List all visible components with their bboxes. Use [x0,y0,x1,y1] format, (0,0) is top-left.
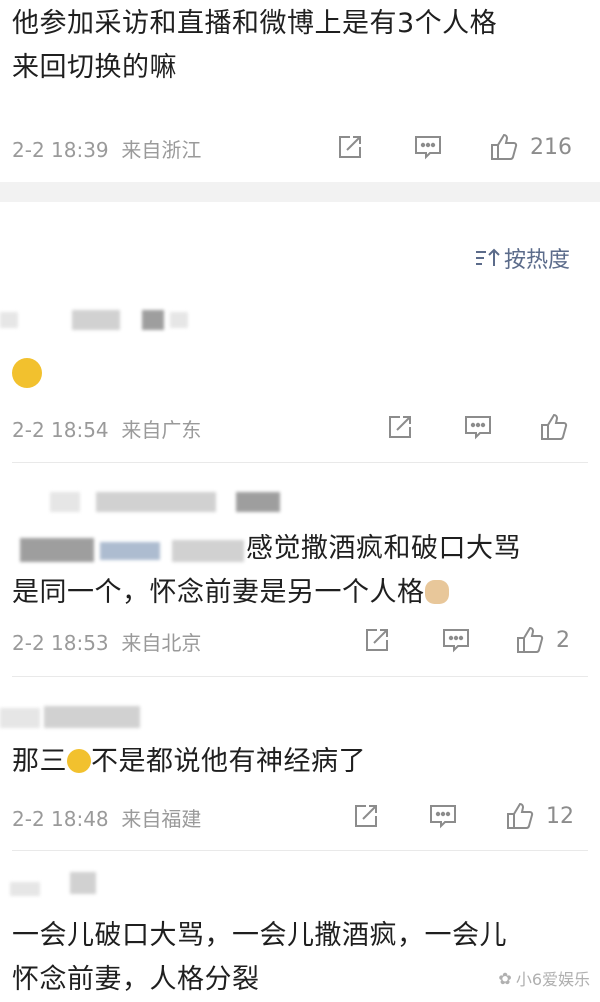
like-button[interactable]: 216 [488,131,572,163]
timestamp: 2-2 18:53 [12,630,109,655]
thumbs-up-icon [507,802,534,829]
like-button[interactable]: 2 [514,624,570,656]
cat-emoji-icon [424,580,449,604]
comment-icon[interactable] [463,413,493,441]
sort-by-hot-button[interactable]: 按热度 [474,242,570,274]
username-redacted [96,492,216,512]
comment-2-meta: 2-2 18:54 来自广东 [12,413,578,443]
comment-3-text-line1: 感觉撒酒疯和破口大骂 [246,533,521,564]
share-icon[interactable] [363,626,391,654]
divider [12,462,588,463]
thumbs-up-icon [517,626,544,653]
thumbs-up-icon [541,413,568,440]
comment-3-meta: 2-2 18:53 来自北京 [12,626,578,656]
username-redacted [50,492,80,512]
comment-5-text: 一会儿破口大骂，一会儿撒酒疯，一会儿 怀念前妻，人格分裂 [12,920,507,995]
comment-icon[interactable] [413,133,443,161]
share-icon[interactable] [386,413,414,441]
comment-4-meta: 2-2 18:48 来自福建 [12,802,578,832]
like-count: 2 [556,627,570,653]
divider [12,676,588,677]
location: 来自北京 [121,630,202,655]
username-redacted [72,310,120,330]
username-redacted [20,538,94,562]
like-count: 12 [546,803,574,829]
like-count: 216 [530,134,572,160]
location: 来自福建 [121,806,202,831]
timestamp: 2-2 18:39 [12,137,109,162]
thumbs-up-icon [491,133,518,160]
username-redacted [70,872,96,894]
username-redacted [10,882,40,896]
divider [12,850,588,851]
location: 来自广东 [121,417,202,442]
comment-icon[interactable] [428,802,458,830]
share-icon[interactable] [352,802,380,830]
username-redacted [236,492,280,512]
username-redacted [172,540,244,562]
username-redacted [0,312,18,328]
username-redacted [100,542,160,560]
section-divider [0,182,600,202]
smirk-emoji-icon [67,749,91,773]
comment-1-text: 他参加采访和直播和微博上是有3个人格 来回切换的嘛 [12,8,498,83]
location: 来自浙江 [121,137,202,162]
like-button[interactable]: 12 [504,800,574,832]
laughing-emoji-icon [12,358,42,389]
comment-4-text: 那三 不是都说他有神经病了 [12,746,366,777]
like-button[interactable] [538,411,570,443]
timestamp: 2-2 18:54 [12,417,109,442]
share-icon[interactable] [336,133,364,161]
timestamp: 2-2 18:48 [12,806,109,831]
username-redacted [142,310,164,330]
paw-icon: ✿ [498,968,512,988]
username-redacted [44,706,140,728]
comment-3-text-line2: 是同一个，怀念前妻是另一个人格 [12,571,449,615]
username-redacted [0,708,40,728]
comment-icon[interactable] [441,626,471,654]
watermark: ✿ 小6爱娱乐 [498,968,590,990]
sort-icon [475,248,500,266]
username-redacted [170,312,188,328]
